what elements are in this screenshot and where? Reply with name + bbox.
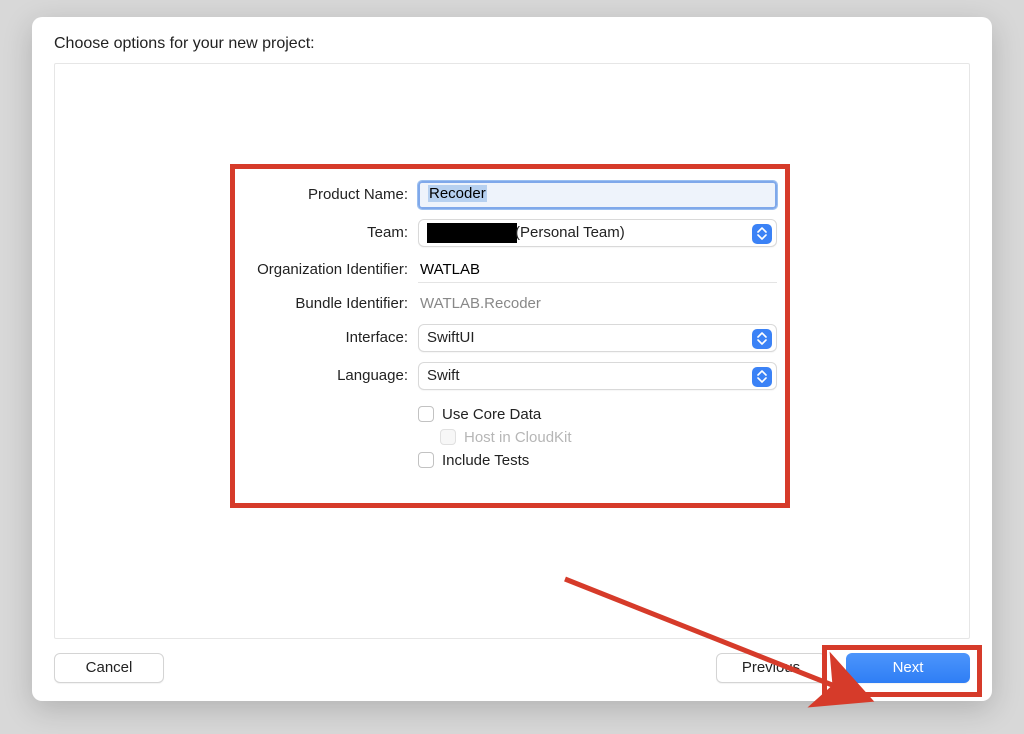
bundle-identifier-value: WATLAB.Recoder xyxy=(418,293,777,314)
button-bar: Cancel Previous Next xyxy=(54,653,970,683)
label-bundle-identifier: Bundle Identifier: xyxy=(243,295,418,312)
label-team: Team: xyxy=(243,224,418,241)
updown-chevron-icon xyxy=(752,329,772,349)
label-product-name: Product Name: xyxy=(243,186,418,203)
dialog-title: Choose options for your new project: xyxy=(54,35,970,53)
previous-button[interactable]: Previous xyxy=(716,653,826,683)
label-language: Language: xyxy=(243,367,418,384)
team-dropdown[interactable]: (Personal Team) xyxy=(418,219,777,247)
checkbox-icon xyxy=(440,429,456,445)
row-org-identifier: Organization Identifier: xyxy=(243,257,777,283)
interface-dropdown[interactable]: SwiftUI xyxy=(418,324,777,352)
checkbox-use-core-data[interactable]: Use Core Data xyxy=(418,406,777,423)
checkbox-icon xyxy=(418,452,434,468)
row-bundle-identifier: Bundle Identifier: WATLAB.Recoder xyxy=(243,293,777,314)
checkbox-label: Host in CloudKit xyxy=(464,429,572,446)
row-product-name: Product Name: Recoder xyxy=(243,181,777,209)
label-interface: Interface: xyxy=(243,329,418,346)
form-highlight-box: Product Name: Recoder Team: (Personal Te… xyxy=(230,164,790,508)
team-redacted-name xyxy=(427,223,517,243)
row-language: Language: Swift xyxy=(243,362,777,390)
new-project-options-dialog: Choose options for your new project: Pro… xyxy=(32,17,992,701)
checkbox-label: Use Core Data xyxy=(442,406,541,423)
updown-chevron-icon xyxy=(752,367,772,387)
checkbox-label: Include Tests xyxy=(442,452,529,469)
language-value: Swift xyxy=(427,367,460,384)
updown-chevron-icon xyxy=(752,224,772,244)
row-checkboxes: Use Core Data Host in CloudKit Include T… xyxy=(243,400,777,475)
next-button[interactable]: Next xyxy=(846,653,970,683)
label-org-identifier: Organization Identifier: xyxy=(243,261,418,278)
checkbox-icon xyxy=(418,406,434,422)
org-identifier-input[interactable] xyxy=(418,257,777,283)
interface-value: SwiftUI xyxy=(427,329,475,346)
product-name-input[interactable]: Recoder xyxy=(418,181,777,209)
checkbox-host-cloudkit: Host in CloudKit xyxy=(440,429,777,446)
checkbox-include-tests[interactable]: Include Tests xyxy=(418,452,777,469)
cancel-button[interactable]: Cancel xyxy=(54,653,164,683)
row-interface: Interface: SwiftUI xyxy=(243,324,777,352)
team-suffix: (Personal Team) xyxy=(515,224,625,241)
product-name-value: Recoder xyxy=(428,185,487,202)
content-frame: Product Name: Recoder Team: (Personal Te… xyxy=(54,63,970,639)
row-team: Team: (Personal Team) xyxy=(243,219,777,247)
language-dropdown[interactable]: Swift xyxy=(418,362,777,390)
